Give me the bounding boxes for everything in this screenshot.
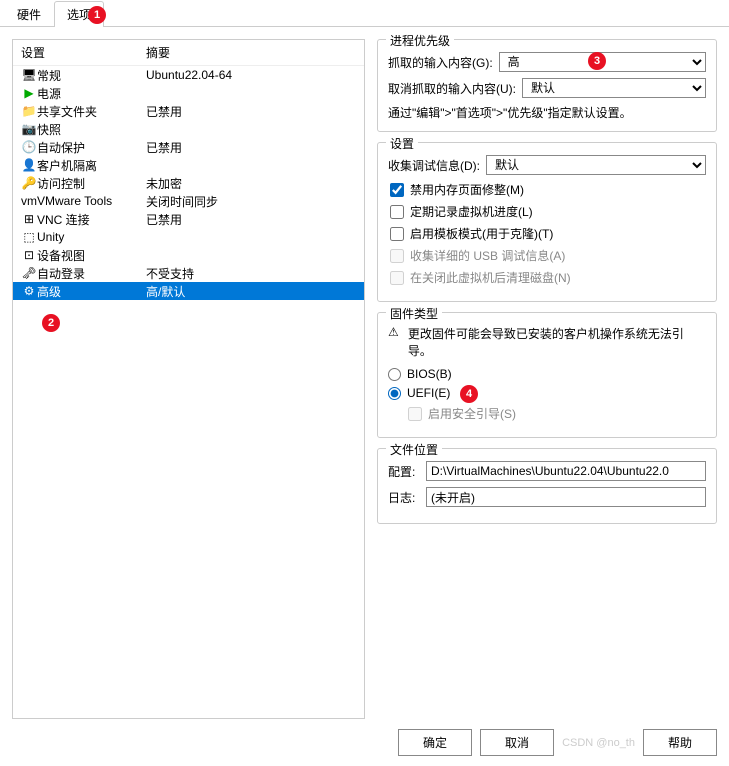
group-title-filelocation: 文件位置 xyxy=(386,441,442,458)
device-icon: ⊡ xyxy=(21,248,37,262)
config-input[interactable] xyxy=(426,461,706,481)
warning-icon: ⚠ xyxy=(388,325,402,359)
row-name: 自动登录 xyxy=(37,265,146,282)
row-name: 访问控制 xyxy=(37,175,146,192)
group-title-settings: 设置 xyxy=(386,135,418,152)
list-row-8[interactable]: ⊞VNC 连接已禁用 xyxy=(13,210,364,228)
cb-usb xyxy=(390,249,404,263)
tab-hardware[interactable]: 硬件 xyxy=(4,1,54,27)
row-name: VMware Tools xyxy=(37,194,146,208)
config-label: 配置: xyxy=(388,463,422,480)
lock-icon: 🔑 xyxy=(21,176,37,190)
row-summary: 不受支持 xyxy=(146,265,194,282)
row-name: 自动保护 xyxy=(37,139,146,156)
list-row-5[interactable]: 👤客户机隔离 xyxy=(13,156,364,174)
group-firmware: 固件类型 ⚠ 更改固件可能会导致已安装的客户机操作系统无法引导。 BIOS(B)… xyxy=(377,312,717,438)
group-title-firmware: 固件类型 xyxy=(386,305,442,322)
folder-icon: 📁 xyxy=(21,104,37,118)
cancel-button[interactable]: 取消 xyxy=(480,729,554,756)
group-title-priority: 进程优先级 xyxy=(386,32,454,49)
radio-uefi[interactable] xyxy=(388,387,401,400)
list-row-0[interactable]: 🖥常规Ubuntu22.04-64 xyxy=(13,66,364,84)
cb-log-label: 定期记录虚拟机进度(L) xyxy=(410,203,533,220)
row-name: 共享文件夹 xyxy=(37,103,146,120)
row-summary: 已禁用 xyxy=(146,139,182,156)
uefi-label: UEFI(E) xyxy=(407,386,450,400)
group-settings: 设置 收集调试信息(D): 默认 禁用内存页面修整(M) 定期记录虚拟机进度(L… xyxy=(377,142,717,302)
list-row-9[interactable]: ⬚Unity xyxy=(13,228,364,246)
row-name: 高级 xyxy=(37,283,146,300)
cb-mem-label: 禁用内存页面修整(M) xyxy=(410,181,524,198)
key-icon: 🗝 xyxy=(21,266,37,280)
secureboot-label: 启用安全引导(S) xyxy=(428,405,516,422)
help-button[interactable]: 帮助 xyxy=(643,729,717,756)
ungrabbed-label: 取消抓取的输入内容(U): xyxy=(388,80,516,97)
header-summary: 摘要 xyxy=(146,44,170,61)
row-name: 常规 xyxy=(37,67,146,84)
row-name: Unity xyxy=(37,230,146,244)
row-summary: Ubuntu22.04-64 xyxy=(146,68,232,82)
monitor-icon: 🖥 xyxy=(21,68,37,82)
debug-select[interactable]: 默认 xyxy=(486,155,706,175)
cb-clean-label: 在关闭此虚拟机后清理磁盘(N) xyxy=(410,269,571,286)
unity-icon: ⬚ xyxy=(21,230,37,244)
row-summary: 已禁用 xyxy=(146,211,182,228)
row-name: VNC 连接 xyxy=(37,211,146,228)
cb-secureboot xyxy=(408,407,422,421)
cb-mem[interactable] xyxy=(390,183,404,197)
list-header: 设置 摘要 xyxy=(13,40,364,66)
play-icon: ▶ xyxy=(21,86,37,100)
header-setting: 设置 xyxy=(21,44,146,61)
debug-label: 收集调试信息(D): xyxy=(388,157,480,174)
watermark: CSDN @no_th xyxy=(562,737,635,749)
row-name: 客户机隔离 xyxy=(37,157,146,174)
ok-button[interactable]: 确定 xyxy=(398,729,472,756)
list-row-10[interactable]: ⊡设备视图 xyxy=(13,246,364,264)
adv-icon: ⚙ xyxy=(21,284,37,298)
badge-4: 4 xyxy=(460,385,478,403)
log-input[interactable] xyxy=(426,487,706,507)
list-row-1[interactable]: ▶电源 xyxy=(13,84,364,102)
firmware-warning: 更改固件可能会导致已安装的客户机操作系统无法引导。 xyxy=(408,325,706,359)
list-row-3[interactable]: 📷快照 xyxy=(13,120,364,138)
cb-usb-label: 收集详细的 USB 调试信息(A) xyxy=(410,247,565,264)
radio-bios[interactable] xyxy=(388,368,401,381)
camera-icon: 📷 xyxy=(21,122,37,136)
log-label: 日志: xyxy=(388,489,422,506)
badge-2: 2 xyxy=(42,314,60,332)
row-summary: 高/默认 xyxy=(146,283,185,300)
row-name: 快照 xyxy=(37,121,146,138)
cb-template-label: 启用模板模式(用于克隆)(T) xyxy=(410,225,553,242)
badge-3: 3 xyxy=(588,52,606,70)
row-name: 设备视图 xyxy=(37,247,146,264)
settings-list: 设置 摘要 🖥常规Ubuntu22.04-64▶电源📁共享文件夹已禁用📷快照🕒自… xyxy=(12,39,365,719)
list-row-4[interactable]: 🕒自动保护已禁用 xyxy=(13,138,364,156)
badge-1: 1 xyxy=(88,6,106,24)
row-name: 电源 xyxy=(37,85,146,102)
grabbed-label: 抓取的输入内容(G): xyxy=(388,54,493,71)
bios-label: BIOS(B) xyxy=(407,367,452,381)
row-summary: 已禁用 xyxy=(146,103,182,120)
cb-template[interactable] xyxy=(390,227,404,241)
ungrabbed-select[interactable]: 默认 xyxy=(522,78,706,98)
list-row-6[interactable]: 🔑访问控制未加密 xyxy=(13,174,364,192)
group-priority: 进程优先级 抓取的输入内容(G): 高 3 取消抓取的输入内容(U): 默认 通… xyxy=(377,39,717,132)
row-summary: 关闭时间同步 xyxy=(146,193,218,210)
vnc-icon: ⊞ xyxy=(21,212,37,226)
group-filelocation: 文件位置 配置: 日志: xyxy=(377,448,717,524)
row-summary: 未加密 xyxy=(146,175,182,192)
clock-icon: 🕒 xyxy=(21,140,37,154)
list-row-7[interactable]: vmVMware Tools关闭时间同步 xyxy=(13,192,364,210)
cb-log[interactable] xyxy=(390,205,404,219)
vm-icon: vm xyxy=(21,194,37,208)
cb-clean xyxy=(390,271,404,285)
list-row-12[interactable]: ⚙高级高/默认 xyxy=(13,282,364,300)
priority-hint: 通过"编辑">"首选项">"优先级"指定默认设置。 xyxy=(388,104,706,121)
list-row-2[interactable]: 📁共享文件夹已禁用 xyxy=(13,102,364,120)
list-row-11[interactable]: 🗝自动登录不受支持 xyxy=(13,264,364,282)
shield-icon: 👤 xyxy=(21,158,37,172)
